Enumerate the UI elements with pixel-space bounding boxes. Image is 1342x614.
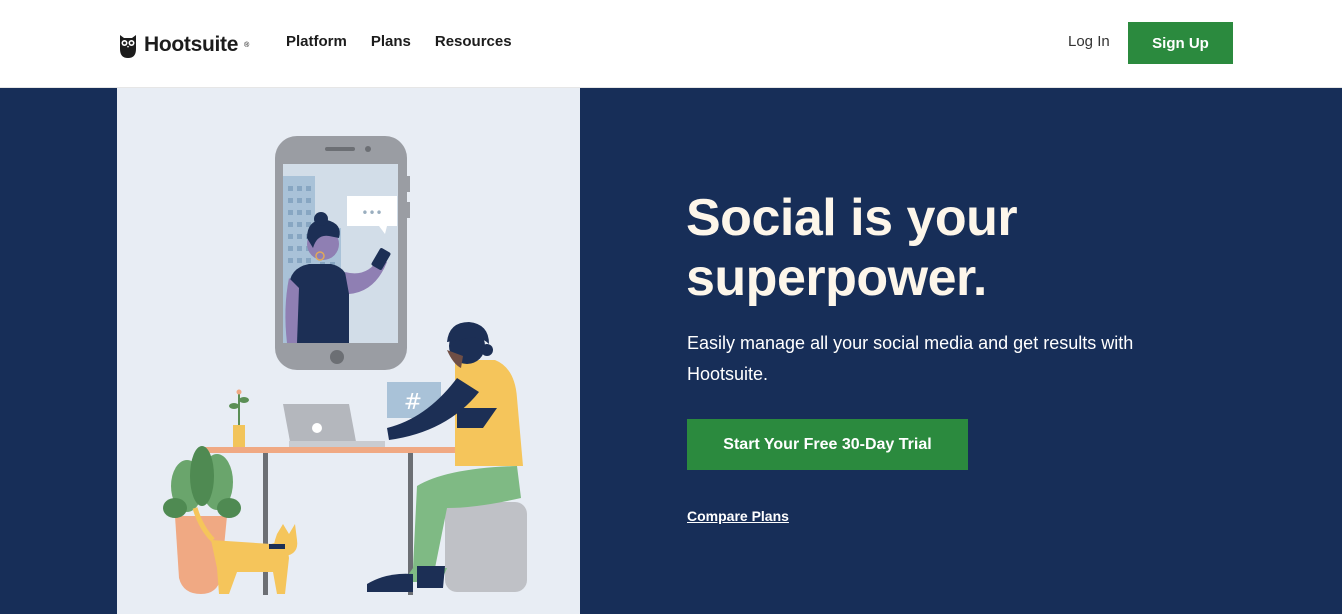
nav-plans[interactable]: Plans — [371, 33, 411, 50]
headline-line-1: Social is your — [686, 189, 1018, 247]
main-nav: Platform Plans Resources — [286, 33, 512, 50]
nav-platform[interactable]: Platform — [286, 33, 347, 50]
hootsuite-logo[interactable]: Hootsuite ® — [118, 30, 249, 60]
logo-text: Hootsuite — [144, 33, 239, 56]
hashtag-text: # — [404, 390, 422, 415]
login-link[interactable]: Log In — [1068, 33, 1110, 50]
compare-plans-link[interactable]: Compare Plans — [687, 508, 789, 524]
hero-headline: Social is your superpower. — [686, 188, 1246, 308]
nav-resources[interactable]: Resources — [435, 33, 512, 50]
site-header: Hootsuite ® Platform Plans Resources Log … — [0, 0, 1342, 88]
hero-subtext: Easily manage all your social media and … — [687, 333, 1134, 384]
headline-line-2: superpower. — [686, 249, 987, 307]
hero-section: ••• # Social is your superpower. Easily … — [0, 88, 1342, 614]
phone-illustration: ••• — [275, 136, 410, 370]
registered-mark: ® — [244, 41, 250, 49]
owl-logo-icon — [120, 35, 136, 58]
speech-bubble-dots: ••• — [361, 206, 382, 220]
plant-and-cat-illustration — [163, 446, 298, 594]
start-trial-button[interactable]: Start Your Free 30-Day Trial — [687, 419, 968, 470]
hero-illustration: ••• # — [117, 88, 580, 614]
signup-button[interactable]: Sign Up — [1128, 22, 1233, 64]
illustration-svg: ••• # — [163, 136, 527, 595]
